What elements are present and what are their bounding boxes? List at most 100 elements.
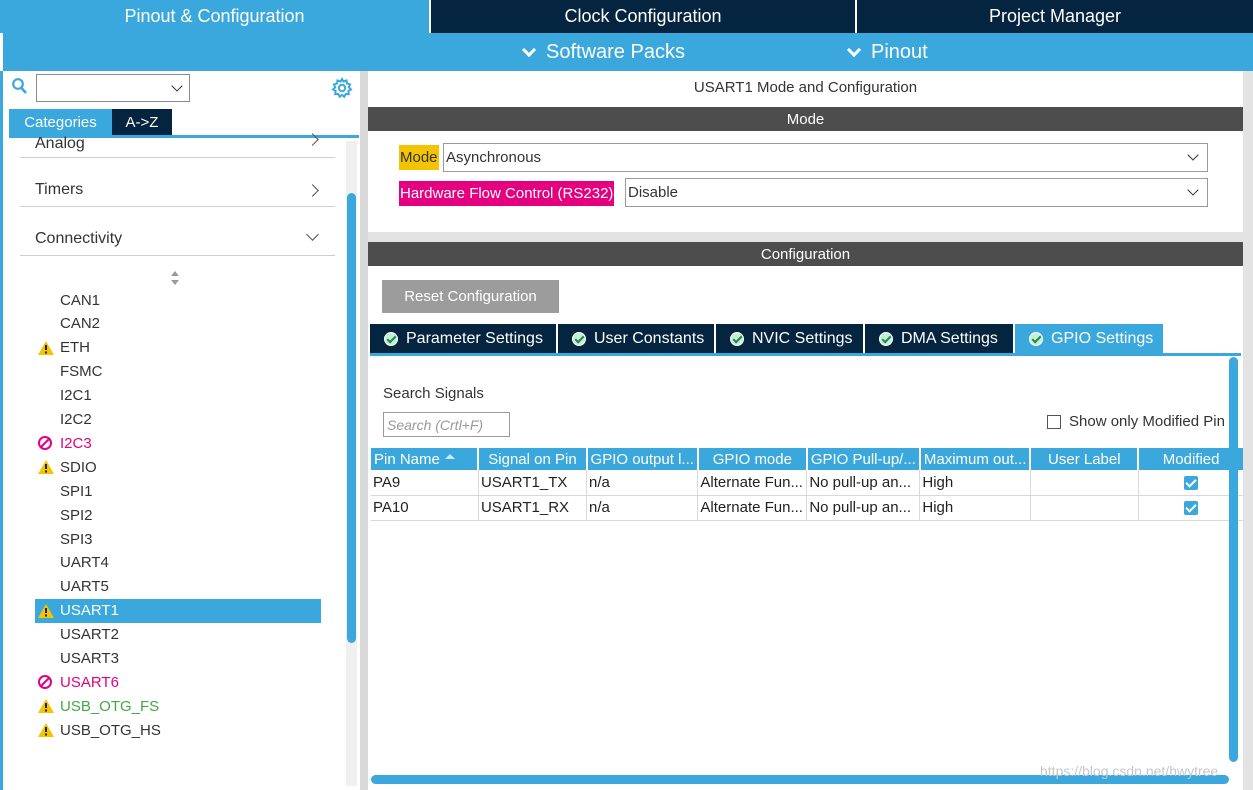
peripheral-item[interactable]: CAN2	[35, 312, 321, 336]
peripheral-item[interactable]: USB_OTG_FS	[35, 694, 321, 718]
cell-pin-name: PA9	[371, 470, 479, 496]
peripheral-label: USB_OTG_FS	[60, 697, 160, 715]
vertical-scrollbar[interactable]	[1229, 357, 1238, 762]
peripheral-item[interactable]: I2C3	[35, 431, 321, 455]
tab-project-manager[interactable]: Project Manager	[857, 0, 1253, 33]
mode-select[interactable]: Asynchronous	[443, 143, 1208, 172]
mode-section: USART1 Mode and Configuration Mode Mode …	[368, 71, 1243, 232]
cell-gpio-mode: Alternate Fun...	[697, 495, 808, 521]
column-header-gpio-output-level[interactable]: GPIO output l...	[586, 448, 699, 470]
hardware-flow-control-select[interactable]: Disable	[625, 178, 1208, 207]
tab-clock-configuration[interactable]: Clock Configuration	[431, 0, 857, 33]
tab-label: DMA Settings	[901, 329, 998, 347]
show-modified-label: Show only Modified Pin	[1069, 413, 1225, 430]
peripheral-label: UART4	[60, 554, 109, 572]
category-label: Connectivity	[35, 230, 123, 247]
peripheral-label: USART3	[60, 650, 119, 667]
peripheral-label: USART6	[60, 673, 119, 691]
peripheral-item[interactable]: SDIO	[35, 455, 321, 479]
configuration-tabs: Parameter Settings User Constants NVIC S…	[370, 324, 1163, 353]
disabled-icon	[38, 436, 52, 451]
column-header-signal[interactable]: Signal on Pin	[478, 448, 588, 470]
peripheral-item[interactable]: SPI1	[35, 479, 321, 503]
hardware-flow-control-label: Hardware Flow Control (RS232)	[399, 181, 615, 206]
column-header-user-label[interactable]: User Label	[1030, 448, 1140, 470]
column-header-pin-name[interactable]: Pin Name	[371, 448, 480, 470]
category-connectivity[interactable]: Connectivity	[20, 216, 335, 256]
tab-gpio-settings[interactable]: GPIO Settings	[1015, 324, 1163, 353]
peripheral-label: I2C1	[60, 387, 92, 405]
category-search-select[interactable]	[36, 74, 190, 102]
modified-checkbox[interactable]	[1183, 475, 1198, 490]
chevron-down-icon	[1187, 149, 1199, 161]
peripheral-item[interactable]: USART1	[35, 598, 321, 623]
category-timers[interactable]: Timers	[20, 167, 335, 207]
peripheral-item[interactable]: I2C2	[35, 408, 321, 432]
peripheral-label: USART2	[60, 626, 119, 644]
configuration-section: Configuration Reset Configuration Parame…	[368, 242, 1243, 790]
top-tabs: Pinout & Configuration Clock Configurati…	[0, 0, 1253, 33]
peripheral-item[interactable]: SPI3	[35, 527, 321, 551]
tab-label: Parameter Settings	[406, 329, 543, 347]
peripheral-item[interactable]: CAN1	[35, 288, 321, 312]
peripheral-label: SDIO	[60, 458, 97, 476]
warning-icon	[38, 699, 54, 714]
chevron-right-icon	[306, 133, 319, 146]
peripheral-item[interactable]: UART4	[35, 551, 321, 575]
cell-modified	[1138, 495, 1243, 521]
peripheral-item[interactable]: USART3	[35, 647, 321, 671]
peripheral-item[interactable]: ETH	[35, 336, 321, 360]
cell-gpio-output-level: n/a	[586, 470, 699, 496]
chevron-down-icon	[521, 42, 537, 57]
tab-dma-settings[interactable]: DMA Settings	[865, 324, 1015, 353]
column-header-gpio-mode[interactable]: GPIO mode	[697, 448, 808, 470]
panel-divider[interactable]	[360, 71, 368, 790]
reset-configuration-button[interactable]: Reset Configuration	[382, 280, 559, 313]
table-row[interactable]: PA9 USART1_TX n/a Alternate Fun... No pu…	[371, 470, 1243, 496]
check-circle-icon	[384, 331, 398, 346]
peripheral-label: I2C3	[60, 434, 92, 452]
cell-user-label[interactable]	[1030, 470, 1139, 496]
search-signals-input[interactable]	[383, 412, 510, 437]
pinout-menu[interactable]: Pinout	[845, 41, 928, 64]
tab-categories[interactable]: Categories	[9, 109, 112, 135]
tab-nvic-settings[interactable]: NVIC Settings	[716, 324, 865, 353]
left-scrollbar[interactable]	[347, 193, 356, 643]
peripheral-label: ETH	[60, 339, 90, 357]
peripheral-label: SPI1	[60, 482, 93, 500]
peripheral-item[interactable]: SPI2	[35, 503, 321, 527]
cell-user-label[interactable]	[1030, 495, 1139, 521]
column-header-modified[interactable]: Modified	[1138, 448, 1243, 470]
cell-signal: USART1_TX	[478, 470, 588, 496]
peripheral-item[interactable]: I2C1	[35, 384, 321, 408]
show-modified-toggle[interactable]: Show only Modified Pin	[1047, 413, 1225, 430]
peripheral-item[interactable]: USART2	[35, 623, 321, 647]
cell-modified	[1138, 470, 1243, 496]
tab-parameter-settings[interactable]: Parameter Settings	[370, 324, 558, 353]
sort-icon[interactable]	[169, 270, 181, 286]
category-analog[interactable]: Analog	[20, 133, 335, 158]
check-circle-icon	[730, 331, 744, 346]
warning-icon	[38, 460, 54, 475]
hardware-flow-control-value: Disable	[628, 184, 679, 201]
peripheral-item[interactable]: USART6	[35, 670, 321, 694]
column-header-gpio-pull[interactable]: GPIO Pull-up/...	[806, 448, 921, 470]
peripheral-item[interactable]: FSMC	[35, 360, 321, 384]
column-label: Pin Name	[374, 450, 440, 468]
modified-checkbox[interactable]	[1183, 501, 1198, 516]
show-modified-checkbox[interactable]	[1047, 414, 1061, 429]
gear-icon[interactable]	[331, 77, 353, 99]
tab-user-constants[interactable]: User Constants	[558, 324, 716, 353]
search-signals-label: Search Signals	[383, 385, 484, 402]
tab-a-z[interactable]: A->Z	[112, 109, 172, 135]
search-icon[interactable]	[12, 78, 28, 96]
tab-pinout-configuration[interactable]: Pinout & Configuration	[0, 0, 431, 33]
table-row[interactable]: PA10 USART1_RX n/a Alternate Fun... No p…	[371, 495, 1243, 521]
cell-gpio-pull: No pull-up an...	[806, 495, 921, 521]
peripheral-item[interactable]: USB_OTG_HS	[35, 718, 321, 742]
check-circle-icon	[572, 331, 586, 346]
column-header-maximum-output-speed[interactable]: Maximum out...	[919, 448, 1032, 470]
check-circle-icon	[879, 331, 893, 346]
software-packs-menu[interactable]: Software Packs	[520, 41, 685, 64]
peripheral-item[interactable]: UART5	[35, 575, 321, 599]
